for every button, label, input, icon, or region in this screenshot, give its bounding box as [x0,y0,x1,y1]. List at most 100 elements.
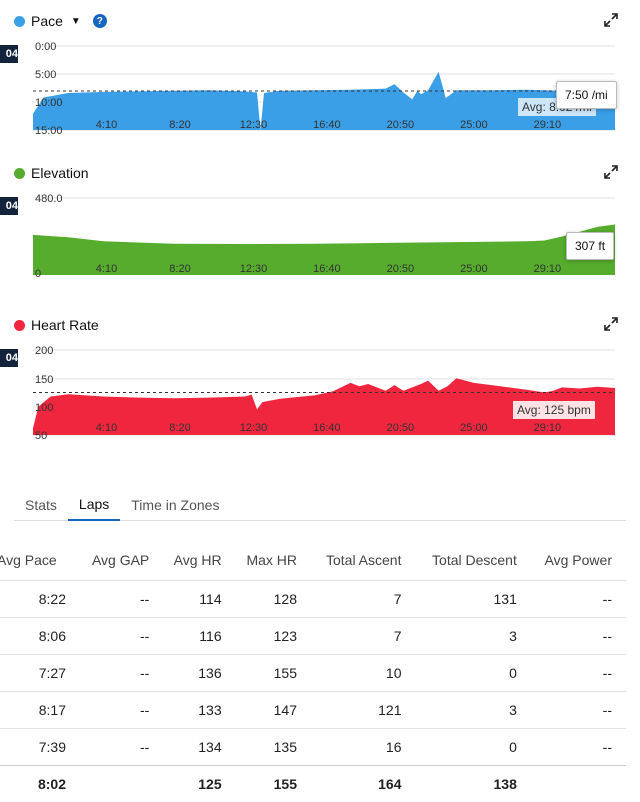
x-tick-label: 16:40 [313,422,341,434]
table-cell [530,764,626,802]
x-tick-label: 16:40 [313,263,341,275]
table-cell: 136 [163,653,236,691]
table-cell: -- [530,579,626,617]
y-tick-label: 150 [35,374,53,386]
table-cell: 147 [235,690,311,728]
pace-dropdown-icon[interactable]: ▼ [71,16,81,27]
table-row[interactable]: 8:22 -- 114 128 7 131 -- [0,579,626,617]
y-tick-label: 200 [35,345,53,357]
x-tick-label: 12:30 [240,422,268,434]
table-cell: 16 [311,727,416,765]
x-tick-label: 29:10 [534,119,562,131]
x-tick-label: 16:40 [313,119,341,131]
table-cell: 114 [163,579,236,617]
elevation-title: Elevation [31,165,89,181]
table-cell: -- [80,579,164,617]
laps-table: Avg Pace Avg GAP Avg HR Max HR Total Asc… [0,540,626,802]
elevation-expand-icon[interactable] [604,165,618,179]
x-tick-label: 12:30 [240,263,268,275]
x-tick-label: 20:50 [387,263,415,275]
x-tick-label: 4:10 [96,263,117,275]
heart-rate-chart[interactable]: 200 150 100 50 4:10 8:20 12:30 16:40 20:50 25:00 2… [0,342,640,442]
x-tick-label: 20:50 [387,119,415,131]
header-max-hr[interactable]: Max HR [236,540,311,580]
x-tick-label: 4:10 [96,422,117,434]
table-row[interactable]: 7:27 -- 136 155 10 0 -- [0,653,626,691]
elevation-chart[interactable]: 480.0 0 4:10 8:20 12:30 16:40 20:50 25:00 29:10 [0,190,640,280]
pace-title: Pace [31,13,63,29]
tab-stats-label: Stats [25,496,57,513]
table-cell: 0 [415,727,531,765]
tab-bar: Stats Laps Time in Zones [14,488,626,521]
table-cell: -- [530,616,626,654]
table-cell: 8:02 [0,764,80,802]
table-cell: 7:39 [0,727,80,765]
header-total-descent[interactable]: Total Descent [415,540,530,580]
header-avg-hr[interactable]: Avg HR [163,540,235,580]
table-cell: 7:27 [0,653,80,691]
header-total-ascent[interactable]: Total Ascent [311,540,415,580]
heart-rate-dot-icon [14,319,25,331]
x-tick-label: 25:00 [460,263,488,275]
heart-rate-title: Heart Rate [31,317,99,333]
x-tick-label: 20:50 [387,422,415,434]
header-avg-pace[interactable]: Avg Pace [0,540,80,580]
x-tick-label: 29:10 [534,263,562,275]
help-icon[interactable]: ? [92,14,107,28]
elevation-dot-icon [14,167,25,179]
table-cell: 123 [235,616,311,654]
tab-stats[interactable]: Stats [14,488,68,521]
table-cell: -- [80,690,164,728]
header-avg-power[interactable]: Avg Power [531,540,626,580]
table-cell: -- [530,653,626,691]
pace-chart[interactable]: 0:00 5:00 10:00 15:00 4:10 8:20 12:30 16:40 20:5… [0,38,640,138]
elevation-side-badge: 04 [0,197,18,215]
table-cell: 121 [311,690,416,728]
x-tick-label: 25:00 [460,119,488,131]
y-tick-label: 480.0 [35,193,63,205]
pace-side-badge: 04 [0,45,18,63]
elevation-tooltip: 307 ft [566,232,615,260]
table-cell: -- [530,690,626,728]
table-cell: -- [80,653,164,691]
tab-laps[interactable]: Laps [67,488,121,521]
table-total-row[interactable]: 8:02 125 155 164 138 [0,764,626,802]
table-cell: 128 [235,579,311,617]
y-tick-label: 0:00 [35,41,56,53]
table-row[interactable]: 7:39 -- 134 135 16 0 -- [0,727,626,765]
laps-header-row: Avg Pace Avg GAP Avg HR Max HR Total Asc… [0,540,626,580]
table-cell: -- [80,616,164,654]
pace-header: Pace ▼ ? [14,11,107,31]
y-tick-label: 100 [35,402,53,414]
y-tick-label: 15:00 [35,125,63,137]
table-cell: 125 [163,764,236,802]
table-cell: 8:22 [0,579,80,617]
table-cell: 164 [311,764,416,802]
table-cell: 7 [311,616,416,654]
x-tick-label: 25:00 [460,422,488,434]
heart-rate-avg-label: Avg: 125 bpm [513,401,595,419]
tab-laps-label: Laps [78,495,110,512]
table-cell: 135 [235,727,311,765]
heart-rate-expand-icon[interactable] [604,317,618,331]
table-cell: 134 [163,727,236,765]
table-cell: 8:06 [0,616,80,654]
table-row[interactable]: 8:17 -- 133 147 121 3 -- [0,690,626,728]
table-cell: 131 [415,579,531,617]
pace-dot-icon [14,15,25,27]
table-cell: 3 [415,616,531,654]
table-cell: 116 [163,616,236,654]
heart-rate-header: Heart Rate [14,315,99,335]
header-avg-gap[interactable]: Avg GAP [80,540,163,580]
table-cell: 155 [235,653,311,691]
pace-expand-icon[interactable] [604,13,618,27]
heart-rate-side-badge: 04 [0,349,18,367]
x-tick-label: 29:10 [534,422,562,434]
table-row[interactable]: 8:06 -- 116 123 7 3 -- [0,616,626,654]
tab-time-in-zones[interactable]: Time in Zones [120,488,230,521]
header-avg-pace-label: Avg Pace [0,551,57,568]
table-cell: -- [80,727,164,765]
table-cell: 7 [311,579,416,617]
table-cell: 133 [163,690,236,728]
y-tick-label: 50 [35,430,47,442]
